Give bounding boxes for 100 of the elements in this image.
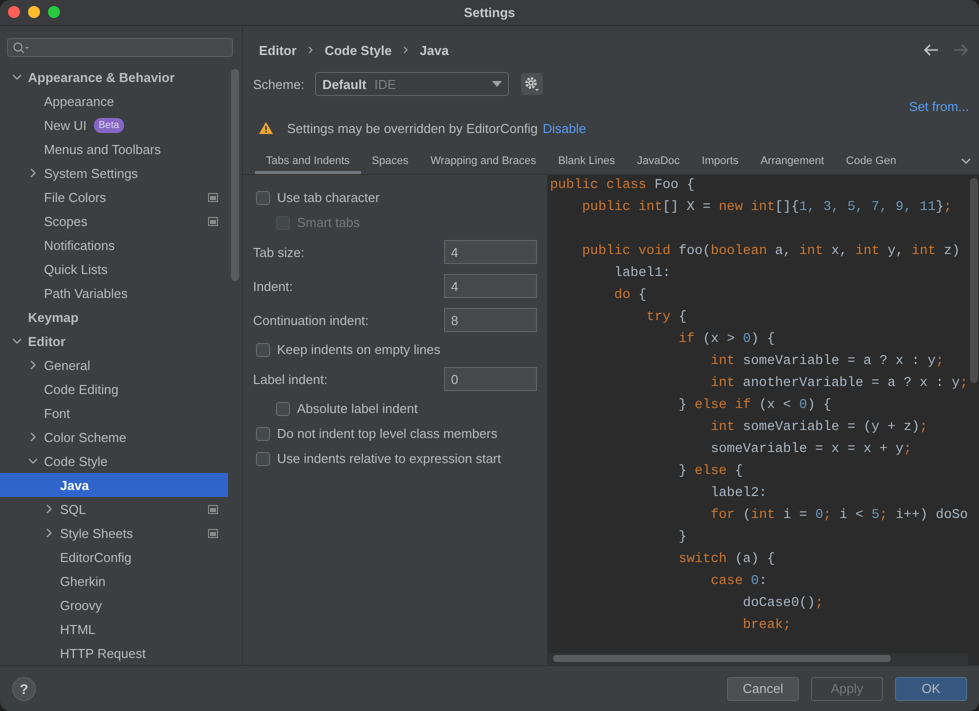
tree-item[interactable]: Quick Lists	[0, 257, 228, 281]
tree-item[interactable]: HTML	[0, 617, 228, 641]
tree-item-label: New UI	[44, 118, 87, 132]
disable-link[interactable]: Disable	[542, 120, 586, 136]
chevron-right-icon[interactable]	[28, 432, 38, 442]
search-field[interactable]	[7, 38, 233, 57]
code-line: public class Foo {	[550, 177, 696, 195]
code-line: try {	[645, 309, 688, 327]
tree-item-label: Appearance & Behavior	[28, 70, 175, 84]
tree-item-label: HTML	[60, 622, 96, 636]
checkbox-label: Keep indents on empty lines	[277, 342, 440, 357]
tree-item[interactable]: Appearance & Behavior	[0, 65, 228, 89]
tree-item[interactable]: EditorConfig	[0, 545, 228, 569]
tree-item[interactable]: Font	[0, 401, 228, 425]
number-field[interactable]: 8	[444, 308, 537, 332]
checkbox-label: Use indents relative to expression start	[277, 451, 501, 466]
tree-item-label: System Settings	[44, 166, 138, 180]
tree-item[interactable]: Style Sheets	[0, 521, 228, 545]
tab[interactable]: Tabs and Indents	[255, 148, 361, 174]
number-field[interactable]: 0	[444, 367, 537, 391]
back-arrow-icon[interactable]	[923, 43, 939, 57]
tree-item-label: Editor	[28, 334, 66, 348]
tree-item[interactable]: Editor	[0, 329, 228, 353]
close-icon[interactable]	[8, 6, 20, 18]
tab[interactable]: Arrangement	[749, 148, 836, 174]
code-line: case 0:	[710, 573, 768, 591]
dialog-button[interactable]: Cancel	[727, 676, 799, 700]
checkbox[interactable]	[256, 342, 270, 356]
tree-item[interactable]: System Settings	[0, 161, 228, 185]
chevron-right-icon[interactable]	[28, 360, 38, 370]
tree-item-label: HTTP Request	[60, 646, 146, 660]
checkbox[interactable]	[276, 402, 290, 416]
checkbox-label: Absolute label indent	[297, 401, 418, 416]
number-field[interactable]: 4	[444, 274, 537, 298]
breadcrumb-item[interactable]: Editor	[259, 42, 297, 58]
tab[interactable]: JavaDoc	[626, 148, 691, 174]
scrollbar[interactable]	[553, 655, 891, 662]
breadcrumb-item[interactable]: Code Style	[324, 42, 392, 58]
tree-item-label: Groovy	[60, 598, 102, 612]
maximize-icon[interactable]	[48, 6, 60, 18]
set-from-link[interactable]: Set from...	[909, 98, 969, 114]
chevron-right-icon[interactable]	[28, 168, 38, 178]
tree-item[interactable]: Menus and Toolbars	[0, 137, 228, 161]
tree-item[interactable]: Groovy	[0, 593, 228, 617]
code-line: int someVariable = (y + z);	[710, 419, 929, 437]
chevron-down-icon[interactable]	[12, 72, 22, 82]
code-line: int anotherVariable = a ? x : y;	[710, 375, 969, 393]
tree-item[interactable]: Path Variables	[0, 281, 228, 305]
tab[interactable]: Spaces	[360, 148, 420, 174]
code-line: int someVariable = a ? x : y;	[710, 353, 945, 371]
tree-item-label: Font	[44, 406, 70, 420]
tree-item-label: File Colors	[44, 190, 106, 204]
tree-item-label: Gherkin	[60, 574, 106, 588]
checkbox[interactable]	[256, 426, 270, 440]
tab[interactable]: Code Gen	[835, 148, 908, 174]
scheme-dropdown[interactable]: Default IDE	[315, 72, 510, 96]
tree-item[interactable]: New UI Beta	[0, 113, 228, 137]
tree-item[interactable]: Notifications	[0, 233, 228, 257]
tree-item-label: Quick Lists	[44, 262, 108, 276]
tree-item[interactable]: SQL	[0, 497, 228, 521]
tree-item-label: General	[44, 358, 90, 372]
field-label: Tab size:	[253, 244, 304, 260]
tree-item[interactable]: Keymap	[0, 305, 228, 329]
code-line: }	[678, 529, 688, 547]
chevron-down-icon[interactable]	[28, 456, 38, 466]
settings-button[interactable]	[521, 73, 544, 95]
code-line: public void foo(boolean a, int x, int y, int z)	[581, 243, 961, 261]
tree-item-label: Scopes	[44, 214, 88, 228]
minimize-icon[interactable]	[28, 6, 40, 18]
checkbox[interactable]	[256, 190, 270, 204]
tree-item[interactable]: Code Editing	[0, 377, 228, 401]
search-icon	[13, 42, 29, 54]
tab[interactable]: Imports	[690, 148, 750, 174]
scrollbar[interactable]	[970, 178, 978, 383]
ok-button[interactable]: OK	[895, 676, 967, 700]
tree-item[interactable]: Color Scheme	[0, 425, 228, 449]
field-label: Continuation indent:	[253, 312, 369, 328]
chevron-down-icon[interactable]	[12, 336, 22, 346]
chevron-down-icon[interactable]	[961, 158, 971, 164]
scrollbar[interactable]	[231, 69, 239, 281]
tab[interactable]: Blank Lines	[547, 148, 626, 174]
breadcrumb-item[interactable]: Java	[420, 42, 449, 58]
code-line: for (int i = 0; i < 5; i++) doSo	[710, 507, 969, 525]
chevron-right-icon[interactable]	[44, 528, 54, 538]
tree-item[interactable]: Appearance	[0, 89, 228, 113]
tree-item[interactable]: Scopes	[0, 209, 228, 233]
warning-text: Settings may be overridden by EditorConfig	[287, 120, 538, 136]
checkbox[interactable]	[256, 452, 270, 466]
tree-item[interactable]: Code Style	[0, 449, 228, 473]
tree-item[interactable]: General	[0, 353, 228, 377]
tree-item[interactable]: Java	[0, 473, 228, 497]
field-label: Indent:	[253, 278, 293, 294]
tree-item-label: Code Style	[44, 454, 108, 468]
help-button[interactable]: ?	[12, 676, 36, 700]
tree-item[interactable]: File Colors	[0, 185, 228, 209]
chevron-right-icon[interactable]	[44, 504, 54, 514]
tab[interactable]: Wrapping and Braces	[420, 148, 548, 174]
tree-item[interactable]: Gherkin	[0, 569, 228, 593]
number-field[interactable]: 4	[444, 240, 537, 264]
tree-item[interactable]: HTTP Request	[0, 641, 228, 665]
